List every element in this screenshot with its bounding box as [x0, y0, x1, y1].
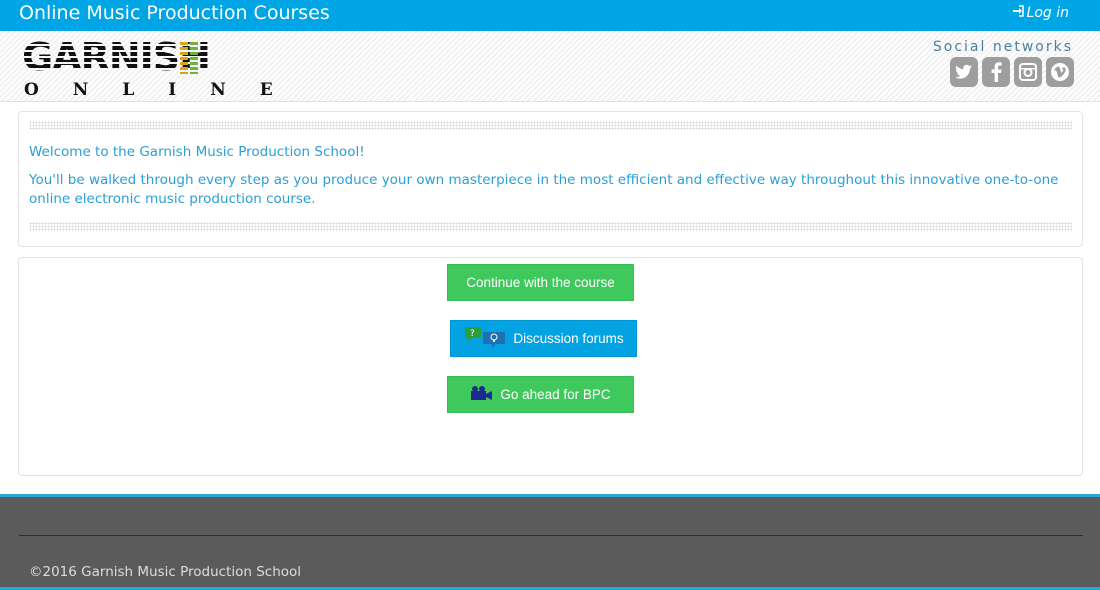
dotted-divider	[29, 121, 1072, 130]
facebook-icon[interactable]	[982, 57, 1010, 87]
welcome-text: Welcome to the Garnish Music Production …	[29, 143, 1074, 218]
level-meter-icon	[180, 42, 198, 74]
vimeo-icon[interactable]	[1046, 57, 1074, 87]
logo-subtitle: ONLINE	[24, 80, 307, 100]
welcome-panel: Welcome to the Garnish Music Production …	[18, 111, 1083, 247]
login-link[interactable]: Log in	[1012, 5, 1069, 21]
video-camera-icon	[470, 385, 494, 404]
welcome-body: You'll be walked through every step as y…	[29, 172, 1059, 207]
site-title[interactable]: Online Music Production Courses	[19, 2, 330, 24]
instagram-icon[interactable]	[1014, 57, 1042, 87]
continue-course-label: Continue with the course	[466, 275, 615, 290]
actions-panel: Continue with the course ? Discussion fo…	[18, 257, 1083, 476]
social-networks-label: Social networks	[932, 39, 1073, 55]
footer: ©2016 Garnish Music Production School	[0, 494, 1100, 590]
twitter-icon[interactable]	[950, 57, 978, 87]
copyright-text: ©2016 Garnish Music Production School	[29, 564, 302, 580]
welcome-heading: Welcome to the Garnish Music Production …	[29, 144, 365, 160]
go-ahead-bpc-button[interactable]: Go ahead for BPC	[447, 376, 634, 413]
sign-in-icon	[1012, 5, 1024, 21]
go-ahead-bpc-label: Go ahead for BPC	[500, 387, 611, 402]
login-label: Log in	[1026, 5, 1069, 21]
discussion-forums-button[interactable]: ? Discussion forums	[450, 320, 637, 357]
continue-course-button[interactable]: Continue with the course	[447, 264, 634, 301]
discussion-forums-label: Discussion forums	[513, 331, 624, 346]
svg-text:?: ?	[470, 329, 475, 339]
dotted-divider	[29, 222, 1072, 231]
top-bar: Online Music Production Courses Log in	[0, 0, 1100, 31]
footer-divider	[19, 535, 1083, 536]
header: GARNISH ONLINE Social networks	[0, 31, 1100, 102]
forum-chat-icon: ?	[463, 326, 507, 351]
social-icons	[950, 57, 1074, 87]
garnish-logo[interactable]: GARNISH ONLINE	[22, 38, 273, 100]
